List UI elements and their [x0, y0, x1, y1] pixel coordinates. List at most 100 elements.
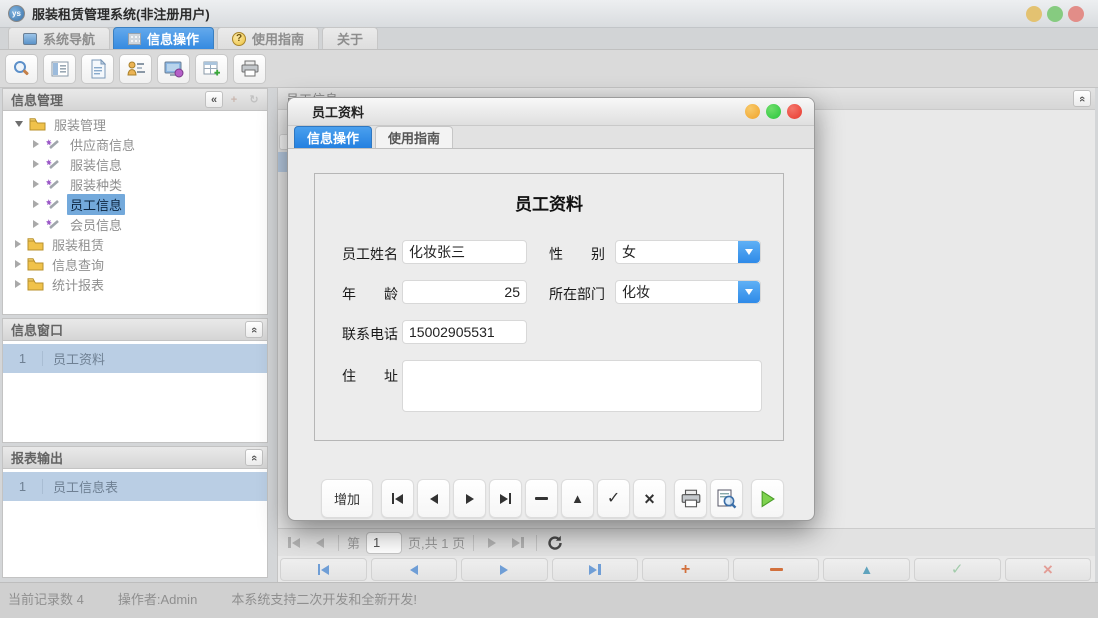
- tree-item-clothing-rental[interactable]: 服装租赁: [3, 234, 267, 254]
- cross-icon: ×: [644, 490, 655, 508]
- nav-tree: 服装管理 供应商信息 服装信息 服装种类 员工信息: [3, 111, 267, 294]
- info-windows-panel: 信息窗口 « 1 员工资料: [2, 318, 268, 443]
- address-label: 住 址: [342, 366, 398, 386]
- collapse-up-button[interactable]: «: [1073, 90, 1091, 107]
- record-cancel-button[interactable]: ×: [1005, 558, 1092, 581]
- search-button[interactable]: [5, 54, 38, 84]
- list-item-employee-data[interactable]: 1 员工资料: [3, 344, 267, 373]
- address-field[interactable]: [402, 360, 762, 412]
- dialog-tab-user-guide[interactable]: 使用指南: [375, 126, 453, 148]
- chevron-right-icon[interactable]: [15, 280, 21, 288]
- wand-icon: [45, 217, 62, 231]
- tree-item-clothing-category[interactable]: 服装种类: [3, 174, 267, 194]
- cancel-button[interactable]: ×: [633, 479, 666, 518]
- minus-icon: [770, 568, 783, 572]
- record-last-button[interactable]: [552, 558, 639, 581]
- chevron-right-icon[interactable]: [33, 180, 39, 188]
- wand-icon: [45, 197, 62, 211]
- move-up-button[interactable]: ▲: [561, 479, 594, 518]
- dialog-maximize-button[interactable]: [766, 104, 781, 119]
- record-move-up-button[interactable]: ▲: [823, 558, 910, 581]
- gender-select[interactable]: 女: [615, 240, 761, 264]
- dialog-tab-info-operations[interactable]: 信息操作: [294, 126, 372, 148]
- tree-item-clothing-management[interactable]: 服装管理: [3, 114, 267, 134]
- chevron-right-icon[interactable]: [33, 200, 39, 208]
- document-button[interactable]: [81, 54, 114, 84]
- run-button[interactable]: [751, 479, 784, 518]
- list-item-employee-report[interactable]: 1 员工信息表: [3, 472, 267, 501]
- name-field[interactable]: [402, 240, 527, 264]
- page-prev-button[interactable]: [310, 534, 330, 552]
- collapse-up-button[interactable]: «: [245, 449, 263, 466]
- minimize-button[interactable]: [1026, 6, 1042, 22]
- nav-first-button[interactable]: [381, 479, 414, 518]
- monitor-view-button[interactable]: [157, 54, 190, 84]
- tree-item-employee-info[interactable]: 员工信息: [3, 194, 267, 214]
- add-button[interactable]: 增加: [321, 479, 373, 518]
- nav-last-button[interactable]: [489, 479, 522, 518]
- chevron-right-icon[interactable]: [33, 160, 39, 168]
- staff-icon: [126, 60, 146, 78]
- print-button[interactable]: [674, 479, 707, 518]
- tab-about[interactable]: 关于: [322, 27, 378, 49]
- record-confirm-button[interactable]: ✓: [914, 558, 1001, 581]
- tree-item-info-query[interactable]: 信息查询: [3, 254, 267, 274]
- up-icon: ▲: [571, 492, 584, 505]
- record-first-button[interactable]: [280, 558, 367, 581]
- tree-item-statistics-report[interactable]: 统计报表: [3, 274, 267, 294]
- collapse-left-button[interactable]: «: [205, 91, 223, 108]
- chevron-right-icon[interactable]: [15, 240, 21, 248]
- tab-label: 使用指南: [388, 128, 440, 147]
- row-label: 员工资料: [43, 349, 105, 368]
- dialog-minimize-button[interactable]: [745, 104, 760, 119]
- preview-button[interactable]: [710, 479, 743, 518]
- tab-user-guide[interactable]: ? 使用指南: [217, 27, 319, 49]
- nav-next-button[interactable]: [453, 479, 486, 518]
- tab-label: 系统导航: [43, 29, 95, 48]
- collapse-up-button[interactable]: «: [245, 321, 263, 338]
- refresh-button[interactable]: [545, 534, 565, 552]
- confirm-button[interactable]: ✓: [597, 479, 630, 518]
- row-number: 1: [3, 479, 43, 494]
- tree-item-clothing-info[interactable]: 服装信息: [3, 154, 267, 174]
- window-title: 服装租赁管理系统(非注册用户): [32, 4, 210, 23]
- close-button[interactable]: [1068, 6, 1084, 22]
- table-add-button[interactable]: [195, 54, 228, 84]
- name-label: 员工姓名: [342, 244, 398, 264]
- status-bar: 当前记录数 4 操作者:Admin 本系统支持二次开发和全新开发!: [0, 582, 1098, 618]
- record-add-button[interactable]: +: [642, 558, 729, 581]
- add-icon: +: [225, 91, 243, 108]
- record-toolbar: + ▲ ✓ ×: [279, 557, 1095, 581]
- page-number-input[interactable]: [366, 532, 402, 554]
- tree-item-supplier-info[interactable]: 供应商信息: [3, 134, 267, 154]
- department-value: 化妆: [616, 281, 738, 303]
- dialog-close-button[interactable]: [787, 104, 802, 119]
- chevron-right-icon[interactable]: [33, 220, 39, 228]
- window-controls: [1026, 6, 1084, 22]
- record-next-button[interactable]: [461, 558, 548, 581]
- page-first-button[interactable]: [284, 534, 304, 552]
- nav-prev-button[interactable]: [417, 479, 450, 518]
- printer-button[interactable]: [233, 54, 266, 84]
- dropdown-button[interactable]: [738, 281, 760, 303]
- record-prev-button[interactable]: [371, 558, 458, 581]
- department-select[interactable]: 化妆: [615, 280, 761, 304]
- chevron-right-icon[interactable]: [15, 260, 21, 268]
- record-remove-button[interactable]: [733, 558, 820, 581]
- dropdown-button[interactable]: [738, 241, 760, 263]
- tree-item-member-info[interactable]: 会员信息: [3, 214, 267, 234]
- delete-button[interactable]: [525, 479, 558, 518]
- page-last-button[interactable]: [508, 534, 528, 552]
- dialog-titlebar[interactable]: 员工资料: [288, 98, 814, 126]
- form-view-button[interactable]: [43, 54, 76, 84]
- age-label: 年 龄: [342, 284, 398, 304]
- tab-system-nav[interactable]: 系统导航: [8, 27, 110, 49]
- age-field[interactable]: [402, 280, 527, 304]
- chevron-right-icon[interactable]: [33, 140, 39, 148]
- phone-field[interactable]: [402, 320, 527, 344]
- tab-info-operations[interactable]: 信息操作: [113, 27, 214, 49]
- staff-button[interactable]: [119, 54, 152, 84]
- chevron-down-icon[interactable]: [15, 121, 23, 127]
- maximize-button[interactable]: [1047, 6, 1063, 22]
- page-next-button[interactable]: [482, 534, 502, 552]
